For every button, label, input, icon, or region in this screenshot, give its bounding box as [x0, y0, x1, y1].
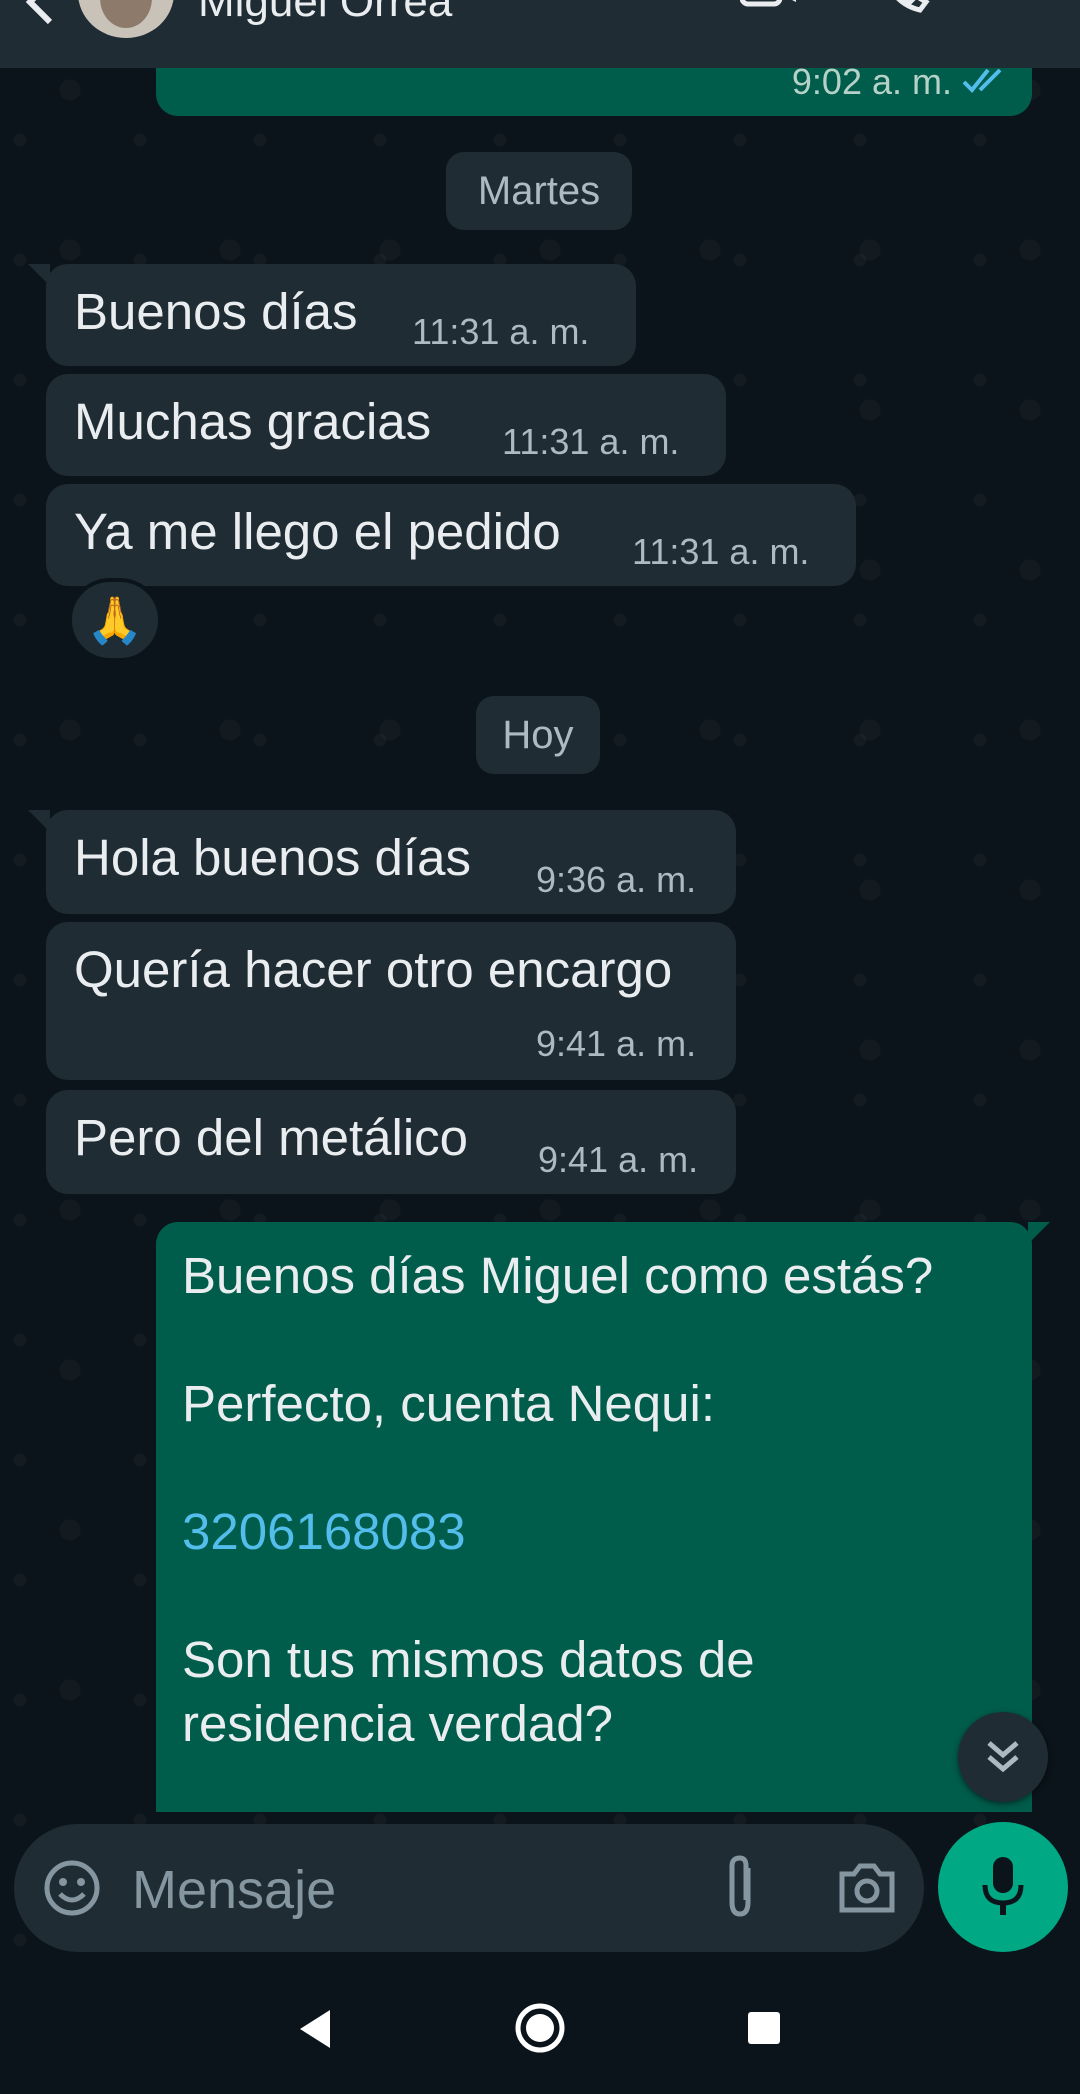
message-composer: Mensaje — [14, 1824, 924, 1952]
more-options-icon[interactable] — [1000, 0, 1040, 16]
phone-number-link[interactable]: 3206168083 — [182, 1500, 466, 1564]
contact-name[interactable]: Miguel Orrea — [198, 0, 452, 30]
message-text-line: residencia verdad? — [182, 1695, 613, 1752]
nav-recents-icon[interactable] — [744, 2008, 784, 2048]
incoming-message-bubble[interactable]: Pero del metálico 9:41 a. m. — [46, 1090, 736, 1194]
chat-header: Miguel Orrea — [0, 0, 1080, 68]
phone-call-icon[interactable] — [878, 0, 938, 16]
message-input[interactable]: Mensaje — [132, 1860, 336, 1920]
incoming-message-bubble[interactable]: Ya me llego el pedido 11:31 a. m. — [46, 484, 856, 586]
message-text-line: Buenos días Miguel como estás? — [182, 1247, 934, 1304]
video-call-icon[interactable] — [740, 0, 800, 16]
scroll-to-bottom-button[interactable] — [958, 1712, 1048, 1802]
message-text-line: Son tus mismos datos de — [182, 1631, 755, 1688]
incoming-message-bubble[interactable]: Hola buenos días 9:36 a. m. — [28, 810, 736, 914]
attach-icon[interactable] — [710, 1854, 770, 1922]
incoming-message-bubble[interactable]: Quería hacer otro encargo 9:41 a. m. — [46, 922, 736, 1080]
message-text: Quería hacer otro encargo — [74, 941, 673, 998]
incoming-message-bubble[interactable]: Buenos días 11:31 a. m. — [28, 264, 636, 366]
message-time: 9:41 a. m. — [536, 1023, 697, 1064]
message-text: Hola buenos días — [74, 829, 471, 886]
emoji-icon[interactable] — [42, 1858, 102, 1918]
contact-avatar[interactable] — [78, 0, 174, 38]
date-separator: Hoy — [476, 696, 600, 774]
back-arrow-icon[interactable] — [20, 0, 60, 40]
nav-home-icon[interactable] — [514, 2002, 566, 2054]
double-chevron-down-icon — [987, 1741, 1019, 1773]
message-text: Ya me llego el pedido — [74, 503, 561, 560]
incoming-message-bubble[interactable]: Muchas gracias 11:31 a. m. — [46, 374, 726, 476]
message-list[interactable]: 9:02 a. m. Martes Buenos días 11:31 a. m… — [0, 0, 1080, 1820]
message-text: Muchas gracias — [74, 393, 432, 450]
camera-icon[interactable] — [836, 1858, 898, 1918]
message-text: Buenos días — [74, 283, 358, 340]
nav-back-icon[interactable] — [290, 2004, 340, 2054]
message-time: 11:31 a. m. — [412, 311, 590, 352]
system-navigation-bar — [0, 1964, 1080, 2094]
date-separator: Martes — [446, 152, 632, 230]
message-time: 11:31 a. m. — [632, 531, 810, 572]
outgoing-message-bubble[interactable]: Buenos días Miguel como estás? Perfecto,… — [156, 1222, 1050, 1812]
message-text: Pero del metálico — [74, 1109, 469, 1166]
message-time: 11:31 a. m. — [502, 421, 680, 462]
message-time: 9:41 a. m. — [538, 1139, 699, 1180]
microphone-icon — [982, 1857, 1024, 1915]
message-text-line: Perfecto, cuenta Nequi: — [182, 1375, 715, 1432]
voice-message-button[interactable] — [938, 1822, 1068, 1952]
read-ticks-icon — [962, 68, 1002, 93]
message-time: 9:36 a. m. — [536, 859, 697, 900]
message-reaction[interactable]: 🙏 — [68, 578, 162, 662]
message-time: 9:02 a. m. — [791, 61, 952, 102]
